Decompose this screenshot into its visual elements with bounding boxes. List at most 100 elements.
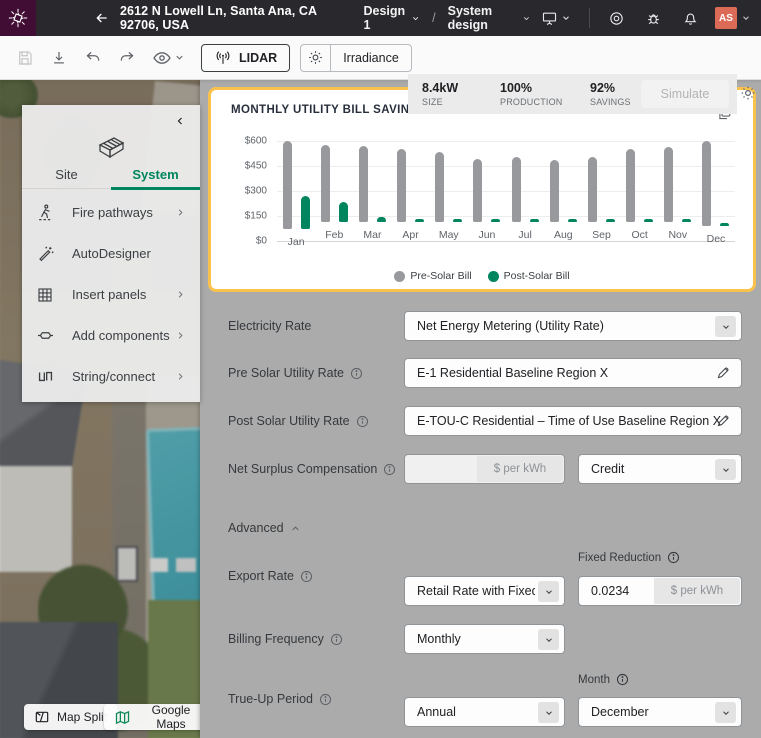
billing-frequency-select[interactable]: Monthly: [404, 624, 565, 654]
bar-post-solar-bill-jun[interactable]: [491, 219, 500, 222]
mode-dropdown[interactable]: System design: [448, 4, 531, 32]
notifications-bell-icon[interactable]: [672, 10, 709, 27]
redo-icon[interactable]: [110, 43, 144, 73]
chevron-right-icon: [175, 330, 186, 341]
bar-pre-solar-bill-mar[interactable]: [359, 146, 368, 222]
bar-pre-solar-bill-apr[interactable]: [397, 149, 406, 222]
net-surplus-input[interactable]: $ per kWh: [404, 454, 565, 484]
tab-site[interactable]: Site: [22, 167, 111, 188]
chevron-down-icon[interactable]: [715, 459, 736, 480]
x-tick-label: May: [439, 229, 459, 241]
sun-icon[interactable]: [301, 45, 331, 71]
net-surplus-mode-select[interactable]: Credit: [578, 454, 742, 484]
info-icon[interactable]: [356, 415, 369, 428]
info-icon[interactable]: [300, 570, 313, 583]
fixed-reduction-label: Fixed Reduction: [578, 551, 680, 564]
true-up-month-select[interactable]: December: [578, 697, 742, 727]
fixed-reduction-input[interactable]: $ per kWh: [578, 576, 742, 606]
post-solar-rate-field[interactable]: E-TOU-C Residential – Time of Use Baseli…: [404, 406, 742, 436]
bar-pre-solar-bill-jan[interactable]: [283, 141, 292, 229]
true-up-period-select[interactable]: Annual: [404, 697, 565, 727]
sidebar-item-string-connect[interactable]: String/connect: [22, 356, 200, 397]
export-rate-select[interactable]: Retail Rate with Fixed Re…: [404, 576, 565, 606]
sidebar-item-insert-panels[interactable]: Insert panels: [22, 274, 200, 315]
chevron-down-icon[interactable]: [538, 629, 559, 650]
y-tick-label: $0: [221, 236, 267, 247]
collapse-sidebar-icon[interactable]: [174, 115, 186, 127]
bar-post-solar-bill-dec[interactable]: [720, 223, 729, 226]
sidebar-item-add-components[interactable]: Add components: [22, 315, 200, 356]
irradiance-label: Irradiance: [331, 45, 411, 71]
sidebar-item-label: AutoDesigner: [72, 246, 186, 261]
x-tick-label: Jan: [288, 236, 305, 248]
chart-group-may: May: [430, 141, 468, 241]
info-icon[interactable]: [319, 693, 332, 706]
chevron-up-icon: [290, 523, 301, 534]
bar-post-solar-bill-oct[interactable]: [644, 219, 653, 222]
bar-pre-solar-bill-nov[interactable]: [664, 147, 673, 222]
pre-solar-rate-field[interactable]: E-1 Residential Baseline Region X: [404, 358, 742, 388]
sidebar-item-label: Fire pathways: [72, 205, 175, 220]
user-avatar[interactable]: AS: [715, 7, 737, 29]
bar-post-solar-bill-apr[interactable]: [415, 219, 424, 222]
sidebar-item-autodesigner[interactable]: AutoDesigner: [22, 233, 200, 274]
chevron-down-icon[interactable]: [538, 581, 559, 602]
bar-post-solar-bill-feb[interactable]: [339, 202, 348, 222]
bar-post-solar-bill-mar[interactable]: [377, 217, 386, 222]
back-arrow-icon[interactable]: [94, 10, 110, 26]
edit-pencil-icon[interactable]: [716, 413, 731, 428]
tab-system[interactable]: System: [111, 167, 200, 188]
chevron-down-icon[interactable]: [538, 702, 559, 723]
bars: [397, 141, 424, 222]
advanced-toggle[interactable]: Advanced: [228, 521, 301, 535]
bar-post-solar-bill-jul[interactable]: [530, 219, 539, 222]
lidar-button[interactable]: LIDAR: [201, 44, 290, 72]
electricity-rate-label: Electricity Rate: [228, 319, 311, 333]
net-surplus-mode-value: Credit: [591, 462, 624, 476]
visibility-eye-icon[interactable]: [144, 43, 172, 73]
bar-post-solar-bill-may[interactable]: [453, 219, 462, 222]
info-icon[interactable]: [330, 633, 343, 646]
sidebar-item-fire-pathways[interactable]: Fire pathways: [22, 192, 200, 233]
download-icon[interactable]: [42, 43, 76, 73]
aurora-logo[interactable]: [0, 0, 36, 36]
bar-post-solar-bill-sep[interactable]: [606, 219, 615, 222]
chevron-down-icon: [411, 13, 420, 24]
google-maps-button[interactable]: Google Maps: [104, 704, 214, 730]
bar-pre-solar-bill-jun[interactable]: [473, 159, 482, 222]
help-lifebuoy-icon[interactable]: [598, 10, 635, 27]
design-toolbar: LIDAR Irradiance 8.4kW SIZE 100% PRODUCT…: [0, 36, 761, 80]
bar-pre-solar-bill-oct[interactable]: [626, 149, 635, 222]
bar-post-solar-bill-jan[interactable]: [301, 196, 310, 229]
present-monitor-icon[interactable]: [531, 10, 581, 27]
simulate-button[interactable]: Simulate: [641, 80, 729, 108]
irradiance-button[interactable]: Irradiance: [300, 44, 412, 72]
bar-pre-solar-bill-sep[interactable]: [588, 157, 597, 222]
bug-report-icon[interactable]: [635, 10, 672, 27]
stat-size: 8.4kW SIZE: [422, 81, 486, 107]
bar-pre-solar-bill-aug[interactable]: [550, 160, 559, 222]
design-dropdown[interactable]: Design 1: [363, 4, 420, 32]
chevron-down-icon[interactable]: [715, 316, 736, 337]
chevron-down-icon[interactable]: [737, 13, 761, 23]
save-icon[interactable]: [8, 43, 42, 73]
info-icon[interactable]: [350, 367, 363, 380]
settings-gear-icon[interactable]: [739, 84, 757, 102]
info-icon[interactable]: [383, 463, 396, 476]
bar-pre-solar-bill-jul[interactable]: [512, 157, 521, 222]
bar-post-solar-bill-nov[interactable]: [682, 219, 691, 222]
chevron-down-icon[interactable]: [715, 702, 736, 723]
bar-post-solar-bill-aug[interactable]: [568, 219, 577, 222]
undo-icon[interactable]: [76, 43, 110, 73]
bar-pre-solar-bill-feb[interactable]: [321, 145, 330, 222]
edit-pencil-icon[interactable]: [716, 365, 731, 380]
chevron-down-icon[interactable]: [174, 52, 185, 63]
info-icon[interactable]: [667, 551, 680, 564]
chart-group-aug: Aug: [544, 141, 582, 241]
bar-pre-solar-bill-may[interactable]: [435, 152, 444, 222]
design-dropdown-label: Design 1: [363, 4, 407, 32]
bar-pre-solar-bill-dec[interactable]: [702, 141, 711, 226]
electricity-rate-select[interactable]: Net Energy Metering (Utility Rate): [404, 311, 742, 341]
house-icon: [22, 133, 200, 161]
info-icon[interactable]: [616, 673, 629, 686]
